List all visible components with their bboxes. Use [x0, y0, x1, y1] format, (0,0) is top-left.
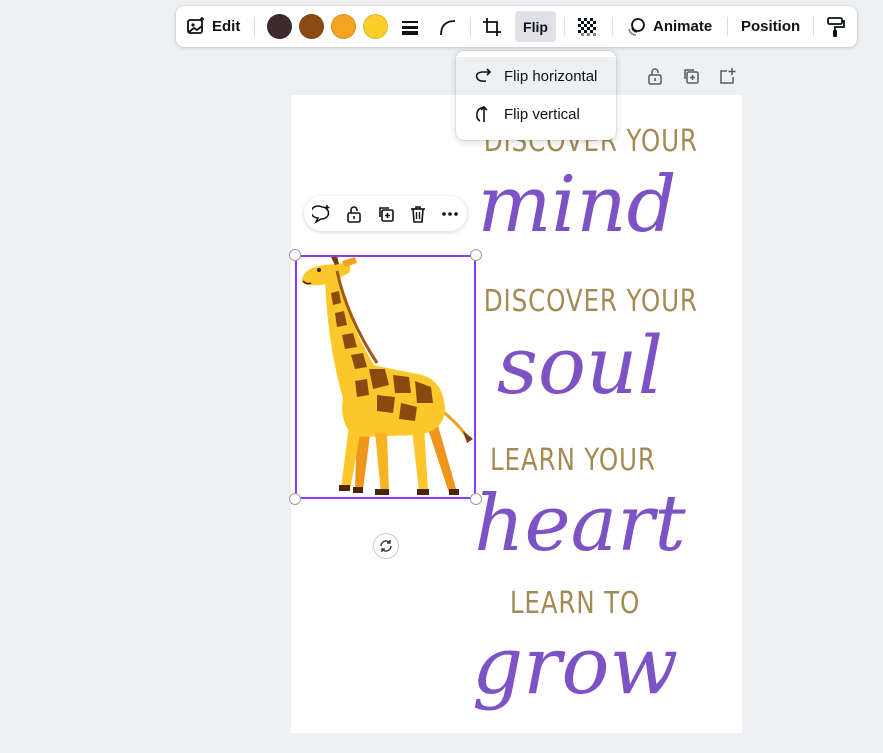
- paint-roller-icon: [826, 16, 846, 38]
- divider: [254, 17, 255, 36]
- color-swatch-3[interactable]: [331, 14, 356, 39]
- poster-word-heart[interactable]: heart: [460, 478, 700, 570]
- resize-handle-bottom-left[interactable]: [289, 493, 301, 505]
- border-style-button[interactable]: [400, 6, 420, 47]
- poster-word-mind[interactable]: mind: [462, 160, 692, 250]
- position-button[interactable]: Position: [741, 6, 800, 47]
- position-label: Position: [741, 18, 801, 35]
- color-swatch-4[interactable]: [363, 14, 388, 39]
- divider: [813, 17, 814, 36]
- color-swatch-1[interactable]: [267, 14, 292, 39]
- trash-icon[interactable]: [407, 203, 429, 225]
- corner-rounding-button[interactable]: [438, 6, 458, 47]
- transparency-icon: [576, 16, 598, 38]
- animate-icon: [625, 16, 647, 38]
- divider: [470, 17, 471, 36]
- divider: [612, 17, 613, 36]
- edit-image-icon: [186, 16, 206, 37]
- lock-icon[interactable]: [343, 203, 365, 225]
- context-toolbar: Edit Flip Animate Position: [176, 6, 857, 47]
- flip-vertical-option[interactable]: Flip vertical: [456, 95, 616, 133]
- comment-icon[interactable]: [311, 203, 333, 225]
- duplicate-icon[interactable]: [375, 203, 397, 225]
- flip-button[interactable]: Flip: [515, 11, 556, 42]
- poster-word-soul[interactable]: soul: [465, 320, 695, 412]
- duplicate-page-icon[interactable]: [681, 66, 701, 86]
- flip-horizontal-icon: [472, 65, 494, 87]
- rotate-icon: [379, 539, 393, 553]
- more-options-icon[interactable]: [439, 203, 461, 225]
- resize-handle-bottom-right[interactable]: [470, 493, 482, 505]
- flip-vertical-label: Flip vertical: [504, 105, 580, 123]
- element-toolbar: [304, 196, 467, 231]
- poster-line-4[interactable]: LEARN TO: [501, 586, 649, 621]
- color-swatch-2[interactable]: [299, 14, 324, 39]
- lock-page-icon[interactable]: [645, 66, 665, 86]
- animate-label: Animate: [653, 18, 713, 35]
- rotate-handle[interactable]: [373, 533, 399, 559]
- edit-image-button[interactable]: Edit: [186, 6, 240, 47]
- poster-line-2[interactable]: DISCOVER YOUR: [484, 284, 697, 319]
- flip-horizontal-label: Flip horizontal: [504, 67, 598, 85]
- border-style-icon: [400, 17, 420, 37]
- flip-menu: Flip horizontal Flip vertical: [456, 51, 616, 140]
- flip-horizontal-option[interactable]: Flip horizontal: [456, 57, 616, 95]
- divider: [564, 17, 565, 36]
- flip-vertical-icon: [472, 103, 494, 125]
- flip-label: Flip: [523, 18, 548, 35]
- divider: [727, 17, 728, 36]
- crop-icon: [482, 17, 502, 37]
- poster-line-3[interactable]: LEARN YOUR: [490, 443, 655, 478]
- transparency-button[interactable]: [576, 6, 598, 47]
- selection-frame: [295, 255, 476, 499]
- poster-word-grow[interactable]: grow: [460, 620, 690, 712]
- resize-handle-top-left[interactable]: [289, 249, 301, 261]
- copy-style-button[interactable]: [826, 6, 846, 47]
- crop-button[interactable]: [482, 6, 502, 47]
- edit-label: Edit: [212, 18, 241, 35]
- corner-rounding-icon: [438, 17, 458, 37]
- resize-handle-top-right[interactable]: [470, 249, 482, 261]
- animate-button[interactable]: Animate: [625, 6, 712, 47]
- add-page-icon[interactable]: [717, 66, 737, 86]
